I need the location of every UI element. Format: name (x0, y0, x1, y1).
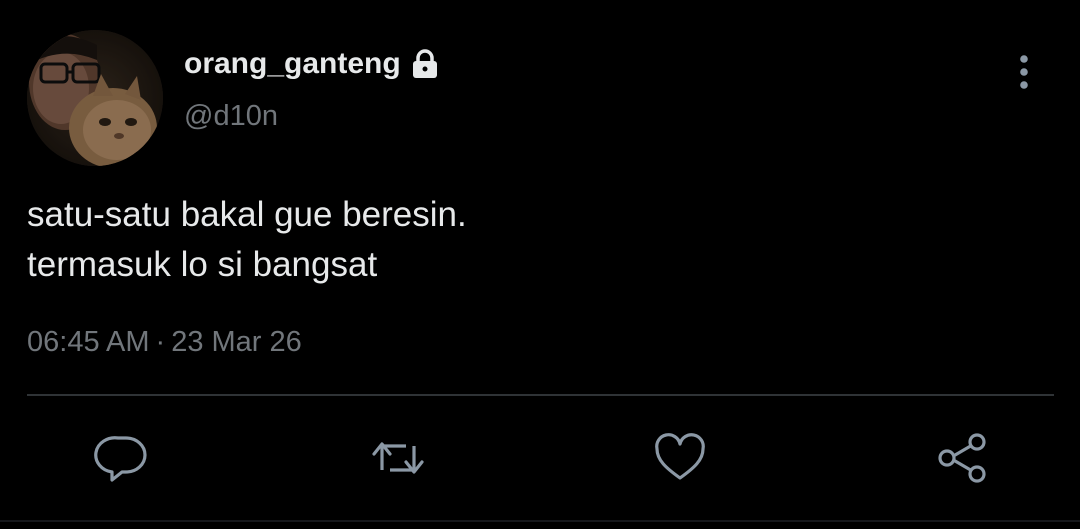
like-button[interactable] (652, 430, 708, 486)
share-button[interactable] (934, 430, 990, 486)
tweet-text-line: termasuk lo si bangsat (27, 245, 378, 284)
share-icon (938, 433, 986, 483)
tweet-date: 23 Mar 26 (171, 326, 302, 358)
bottom-divider (0, 520, 1080, 522)
divider (27, 394, 1054, 396)
meta-separator: · (155, 326, 166, 358)
avatar-photo (27, 30, 163, 166)
more-options-icon[interactable] (1006, 52, 1042, 92)
reply-icon (94, 436, 147, 482)
display-name: orang_ganteng (184, 47, 401, 80)
tweet-text: satu-satu bakal gue beresin. termasuk lo… (27, 190, 467, 290)
user-name-row[interactable]: orang_ganteng (184, 44, 441, 84)
avatar[interactable] (27, 30, 163, 166)
reply-button[interactable] (94, 430, 150, 486)
retweet-icon (372, 442, 424, 474)
retweet-button[interactable] (370, 430, 426, 486)
tweet-detail: orang_ganteng @d10n satu-satu bakal gue … (0, 0, 1080, 529)
tweet-time: 06:45 AM (27, 326, 150, 358)
tweet-text-line: satu-satu bakal gue beresin. (27, 195, 467, 234)
lock-icon (409, 48, 441, 80)
user-handle[interactable]: @d10n (184, 100, 278, 133)
tweet-timestamp[interactable]: 06:45 AM · 23 Mar 26 (27, 326, 302, 359)
heart-icon (655, 433, 705, 480)
